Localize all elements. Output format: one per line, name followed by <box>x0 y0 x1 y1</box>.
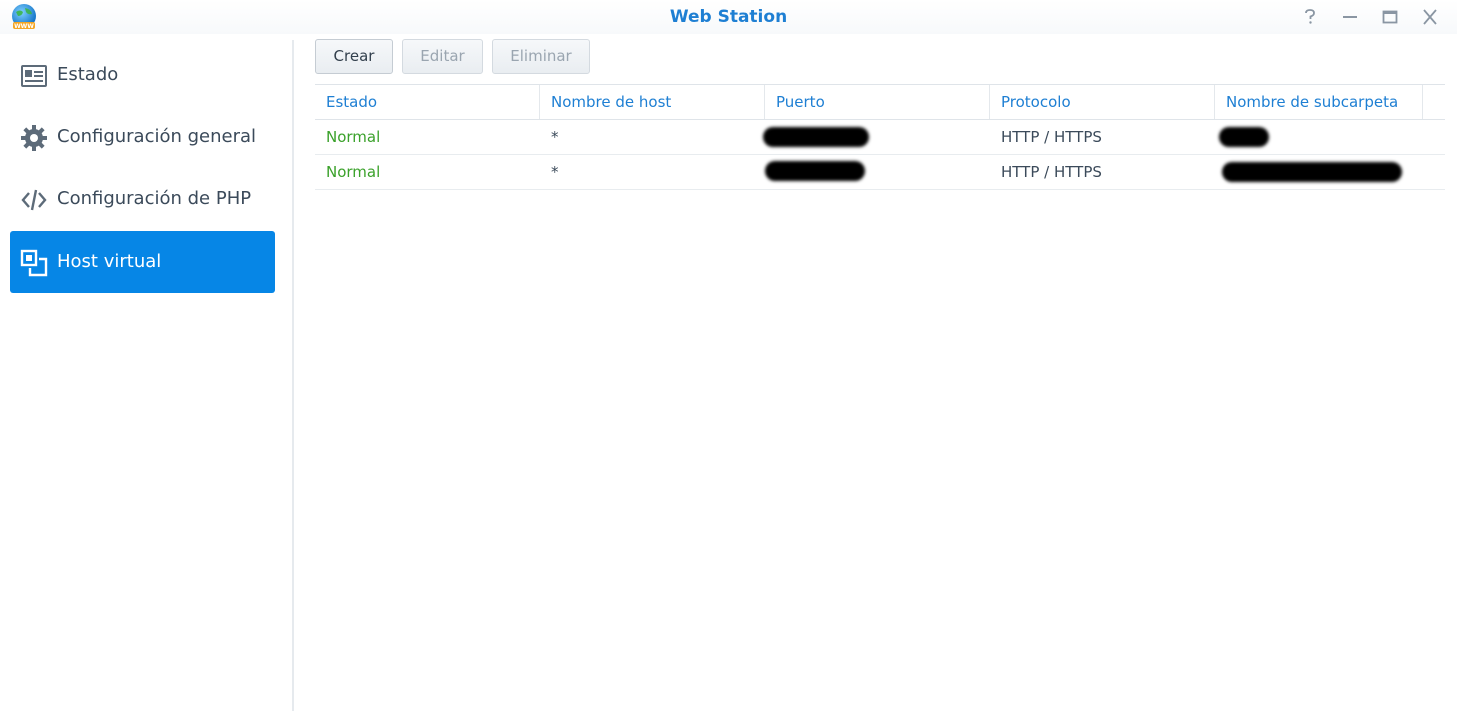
title-bar[interactable]: WWW Web Station <box>0 0 1457 34</box>
sidebar-item-configuracion-general[interactable]: Configuración general <box>10 106 275 168</box>
virtual-host-table: Estado Nombre de host Puerto Protocolo N… <box>315 84 1445 190</box>
redacted-subfolder <box>1222 162 1402 182</box>
redacted-subfolder <box>1219 127 1269 147</box>
minimize-icon[interactable] <box>1340 8 1360 26</box>
row-protocol: HTTP / HTTPS <box>1001 128 1102 146</box>
row-host: * <box>551 163 559 181</box>
create-button[interactable]: Crear <box>315 39 393 74</box>
sidebar-item-label: Estado <box>57 64 119 85</box>
table-row[interactable]: Normal * HTTP / HTTPS <box>315 120 1445 155</box>
table-row[interactable]: Normal * HTTP / HTTPS <box>315 155 1445 190</box>
sidebar-item-label: Host virtual <box>57 251 162 272</box>
edit-button[interactable]: Editar <box>402 39 483 74</box>
column-header-subcarpeta[interactable]: Nombre de subcarpeta <box>1215 85 1423 119</box>
sidebar-item-label: Configuración general <box>57 126 257 147</box>
maximize-icon[interactable] <box>1380 8 1400 26</box>
sidebar-item-estado[interactable]: Estado <box>10 44 275 106</box>
sidebar-item-configuracion-php[interactable]: Configuración de PHP <box>10 168 275 230</box>
column-header-host[interactable]: Nombre de host <box>540 85 765 119</box>
sidebar-item-label: Configuración de PHP <box>57 188 252 209</box>
web-station-window: WWW Web Station Estado Configuración gen… <box>0 0 1457 711</box>
sidebar-item-host-virtual[interactable]: Host virtual <box>10 231 275 293</box>
row-status: Normal <box>326 163 381 181</box>
sidebar: Estado Configuración general Configuraci… <box>0 34 285 711</box>
gear-icon <box>20 124 48 152</box>
column-header-estado[interactable]: Estado <box>315 85 540 119</box>
window-title: Web Station <box>669 7 788 27</box>
row-host: * <box>551 128 559 146</box>
redacted-port <box>765 161 865 181</box>
row-status: Normal <box>326 128 381 146</box>
column-header-puerto[interactable]: Puerto <box>765 85 990 119</box>
status-card-icon <box>20 62 48 90</box>
redacted-port <box>763 127 869 147</box>
close-icon[interactable] <box>1420 8 1440 26</box>
virtual-host-icon <box>20 249 48 277</box>
help-icon[interactable] <box>1300 8 1320 26</box>
delete-button[interactable]: Eliminar <box>492 39 590 74</box>
code-icon <box>20 186 48 214</box>
sidebar-divider <box>292 40 294 711</box>
table-header: Estado Nombre de host Puerto Protocolo N… <box>315 84 1445 120</box>
column-header-protocolo[interactable]: Protocolo <box>990 85 1215 119</box>
row-protocol: HTTP / HTTPS <box>1001 163 1102 181</box>
